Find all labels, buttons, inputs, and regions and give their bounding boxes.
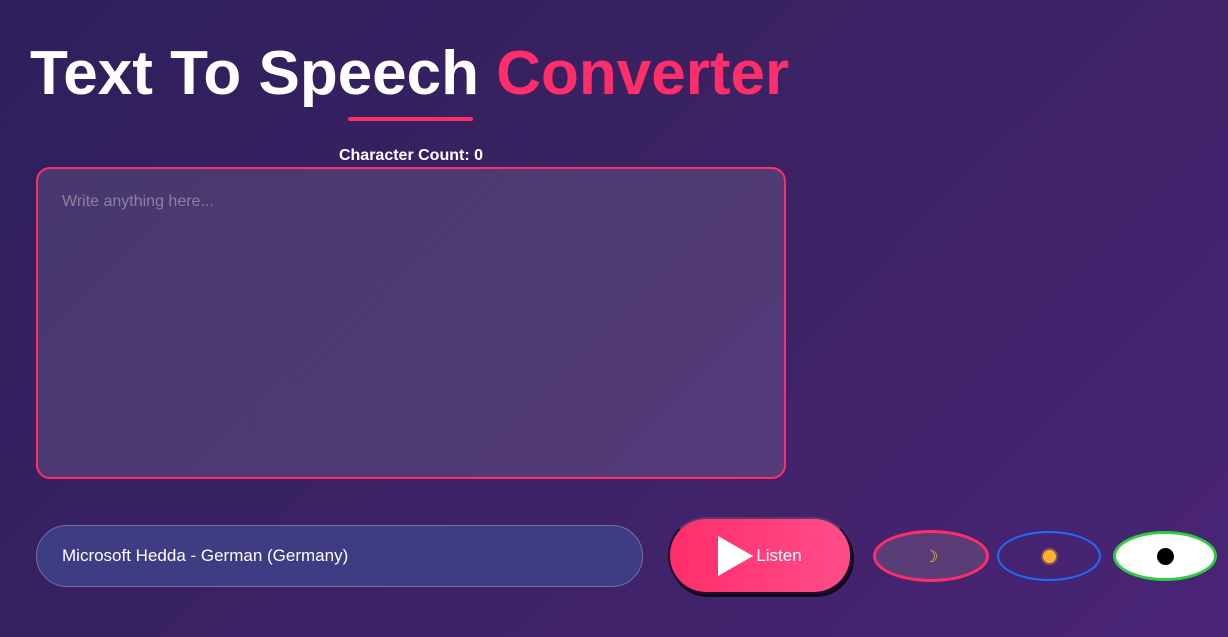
voice-select-value: Microsoft Hedda - German (Germany): [62, 546, 349, 565]
moon-icon: ☽: [923, 549, 939, 566]
listen-button[interactable]: Listen: [668, 517, 852, 594]
title-underline: [348, 117, 473, 121]
listen-button-label: Listen: [756, 545, 802, 565]
dot-icon: [1156, 547, 1174, 565]
page-title: Text To Speech Converter: [30, 38, 789, 110]
text-input[interactable]: [36, 167, 786, 479]
character-count-label: Character Count:: [338, 147, 470, 164]
voice-select[interactable]: Microsoft Hedda - German (Germany): [36, 525, 643, 587]
sun-icon: [1042, 549, 1056, 563]
light-theme-button[interactable]: [997, 531, 1101, 581]
title-accent: Converter: [496, 39, 790, 108]
dark-theme-button[interactable]: ☽: [873, 530, 989, 582]
contrast-theme-button[interactable]: [1113, 531, 1217, 581]
character-count: Character Count: 0: [36, 147, 786, 165]
character-count-value: 0: [474, 147, 484, 164]
title-main: Text To Speech: [30, 39, 480, 108]
play-icon: [718, 535, 754, 576]
